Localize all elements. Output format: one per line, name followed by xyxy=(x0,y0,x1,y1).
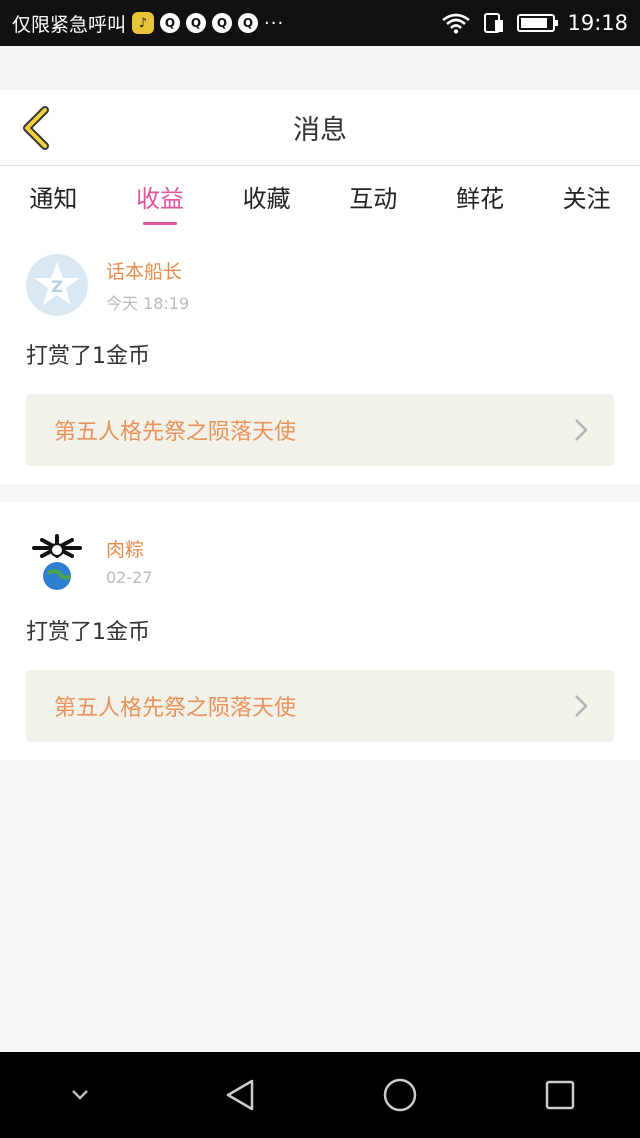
chevron-down-icon xyxy=(72,1090,88,1100)
message-header: Z 话本船长 今天 18:19 xyxy=(26,254,614,316)
nav-recents-button[interactable] xyxy=(530,1065,590,1125)
user-name[interactable]: 肉粽 xyxy=(106,535,153,562)
music-icon: ♪ xyxy=(132,12,155,34)
carrier-text: 仅限紧急呼叫 xyxy=(12,13,127,36)
collapse-button[interactable] xyxy=(50,1065,110,1125)
square-recents-icon xyxy=(545,1080,575,1110)
clock: 19:18 xyxy=(567,11,628,35)
story-link[interactable]: 第五人格先祭之陨落天使 xyxy=(26,394,614,466)
story-title: 第五人格先祭之陨落天使 xyxy=(54,420,297,445)
tab-flowers[interactable]: 鲜花 xyxy=(450,169,510,224)
message-header: 肉粽 02-27 xyxy=(26,530,614,592)
tab-interactions[interactable]: 互动 xyxy=(343,169,403,224)
message-text: 打赏了1金币 xyxy=(26,620,150,645)
page-title: 消息 xyxy=(293,115,347,146)
user-avatar-icon xyxy=(26,530,88,592)
chevron-left-icon xyxy=(23,106,49,150)
status-bar: 仅限紧急呼叫 ♪ Q Q Q Q ··· 19:18 xyxy=(0,0,640,46)
battery-icon xyxy=(517,14,559,32)
message-list: Z 话本船长 今天 18:19 打赏了1金币 第五人格先祭之陨落天使 肉粽 02… xyxy=(0,226,640,778)
chevron-right-icon xyxy=(575,419,588,441)
status-right: 19:18 xyxy=(441,11,628,35)
status-left: 仅限紧急呼叫 ♪ Q Q Q Q ··· xyxy=(12,10,441,37)
qq-icon: Q xyxy=(160,13,181,33)
page-header: 消息 xyxy=(0,90,640,166)
message-card: Z 话本船长 今天 18:19 打赏了1金币 第五人格先祭之陨落天使 xyxy=(0,226,640,484)
avatar[interactable]: Z xyxy=(26,254,88,316)
avatar[interactable] xyxy=(26,530,88,592)
sim-icon xyxy=(484,13,504,33)
user-name[interactable]: 话本船长 xyxy=(106,257,189,284)
spacer xyxy=(0,46,640,90)
circle-home-icon xyxy=(383,1078,417,1112)
nav-back-button[interactable] xyxy=(210,1065,270,1125)
qq-icon: Q xyxy=(186,13,207,33)
story-link[interactable]: 第五人格先祭之陨落天使 xyxy=(26,670,614,742)
more-dots-icon: ··· xyxy=(264,12,285,34)
message-time: 今天 18:19 xyxy=(106,293,190,313)
chevron-right-icon xyxy=(575,695,588,717)
tab-follows[interactable]: 关注 xyxy=(557,169,617,224)
message-time: 02-27 xyxy=(106,568,153,587)
tab-earnings[interactable]: 收益 xyxy=(130,169,190,224)
message-text: 打赏了1金币 xyxy=(26,344,150,369)
tab-bar: 通知 收益 收藏 互动 鲜花 关注 xyxy=(0,166,640,226)
story-title: 第五人格先祭之陨落天使 xyxy=(54,696,297,721)
qq-icon: Q xyxy=(212,13,233,33)
message-card: 肉粽 02-27 打赏了1金币 第五人格先祭之陨落天使 xyxy=(0,502,640,760)
tab-notifications[interactable]: 通知 xyxy=(23,169,83,224)
svg-text:Z: Z xyxy=(51,277,63,296)
triangle-back-icon xyxy=(226,1079,254,1111)
qq-icon: Q xyxy=(238,13,259,33)
nav-home-button[interactable] xyxy=(370,1065,430,1125)
tab-favorites[interactable]: 收藏 xyxy=(237,169,297,224)
system-nav-bar xyxy=(0,1052,640,1138)
wifi-icon xyxy=(442,13,471,34)
default-avatar-icon: Z xyxy=(26,254,88,316)
back-button[interactable] xyxy=(14,104,58,152)
